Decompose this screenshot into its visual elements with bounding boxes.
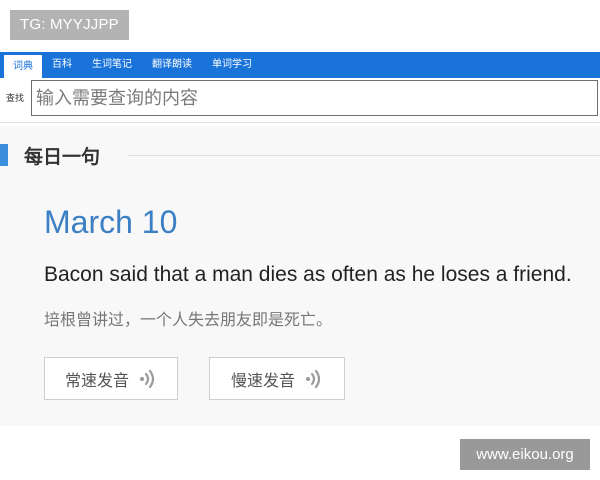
sentence-chinese: 培根曾讲过，一个人失去朋友即是死亡。: [44, 310, 333, 329]
site-watermark: www.eikou.org: [460, 439, 590, 470]
speaker-waves-icon: [305, 369, 323, 389]
section-title: 每日一句: [24, 146, 101, 168]
tg-watermark: TG: MYYJJPP: [10, 10, 129, 40]
section-divider: [128, 155, 600, 156]
app-window: TG: MYYJJPP 词典 百科 生词笔记 翻译朗读 单词学习 查找 每日一句…: [0, 0, 600, 480]
tab-dictionary[interactable]: 词典: [4, 55, 42, 78]
search-input[interactable]: [31, 80, 598, 116]
slow-speed-label: 慢速发音: [230, 370, 295, 390]
sentence-english: Bacon said that a man dies as often as h…: [44, 263, 572, 286]
tab-translate-read[interactable]: 翻译朗读: [142, 52, 202, 78]
normal-speed-label: 常速发音: [64, 370, 129, 390]
tab-vocab-notes[interactable]: 生词笔记: [82, 52, 142, 78]
slow-speed-audio-button[interactable]: 慢速发音: [209, 357, 345, 400]
search-row: 查找: [0, 78, 600, 123]
speaker-waves-icon: [139, 369, 157, 389]
normal-speed-audio-button[interactable]: 常速发音: [44, 357, 178, 400]
section-accent-bar: [0, 144, 8, 166]
tab-bar: 词典 百科 生词笔记 翻译朗读 单词学习: [0, 52, 600, 78]
daily-sentence-card: 每日一句 March 10 Bacon said that a man dies…: [0, 126, 600, 426]
top-band: TG: MYYJJPP: [0, 0, 600, 52]
tab-encyclopedia[interactable]: 百科: [42, 52, 82, 78]
daily-date: March 10: [44, 204, 178, 240]
search-label: 查找: [6, 94, 25, 104]
tab-word-study[interactable]: 单词学习: [202, 52, 262, 78]
